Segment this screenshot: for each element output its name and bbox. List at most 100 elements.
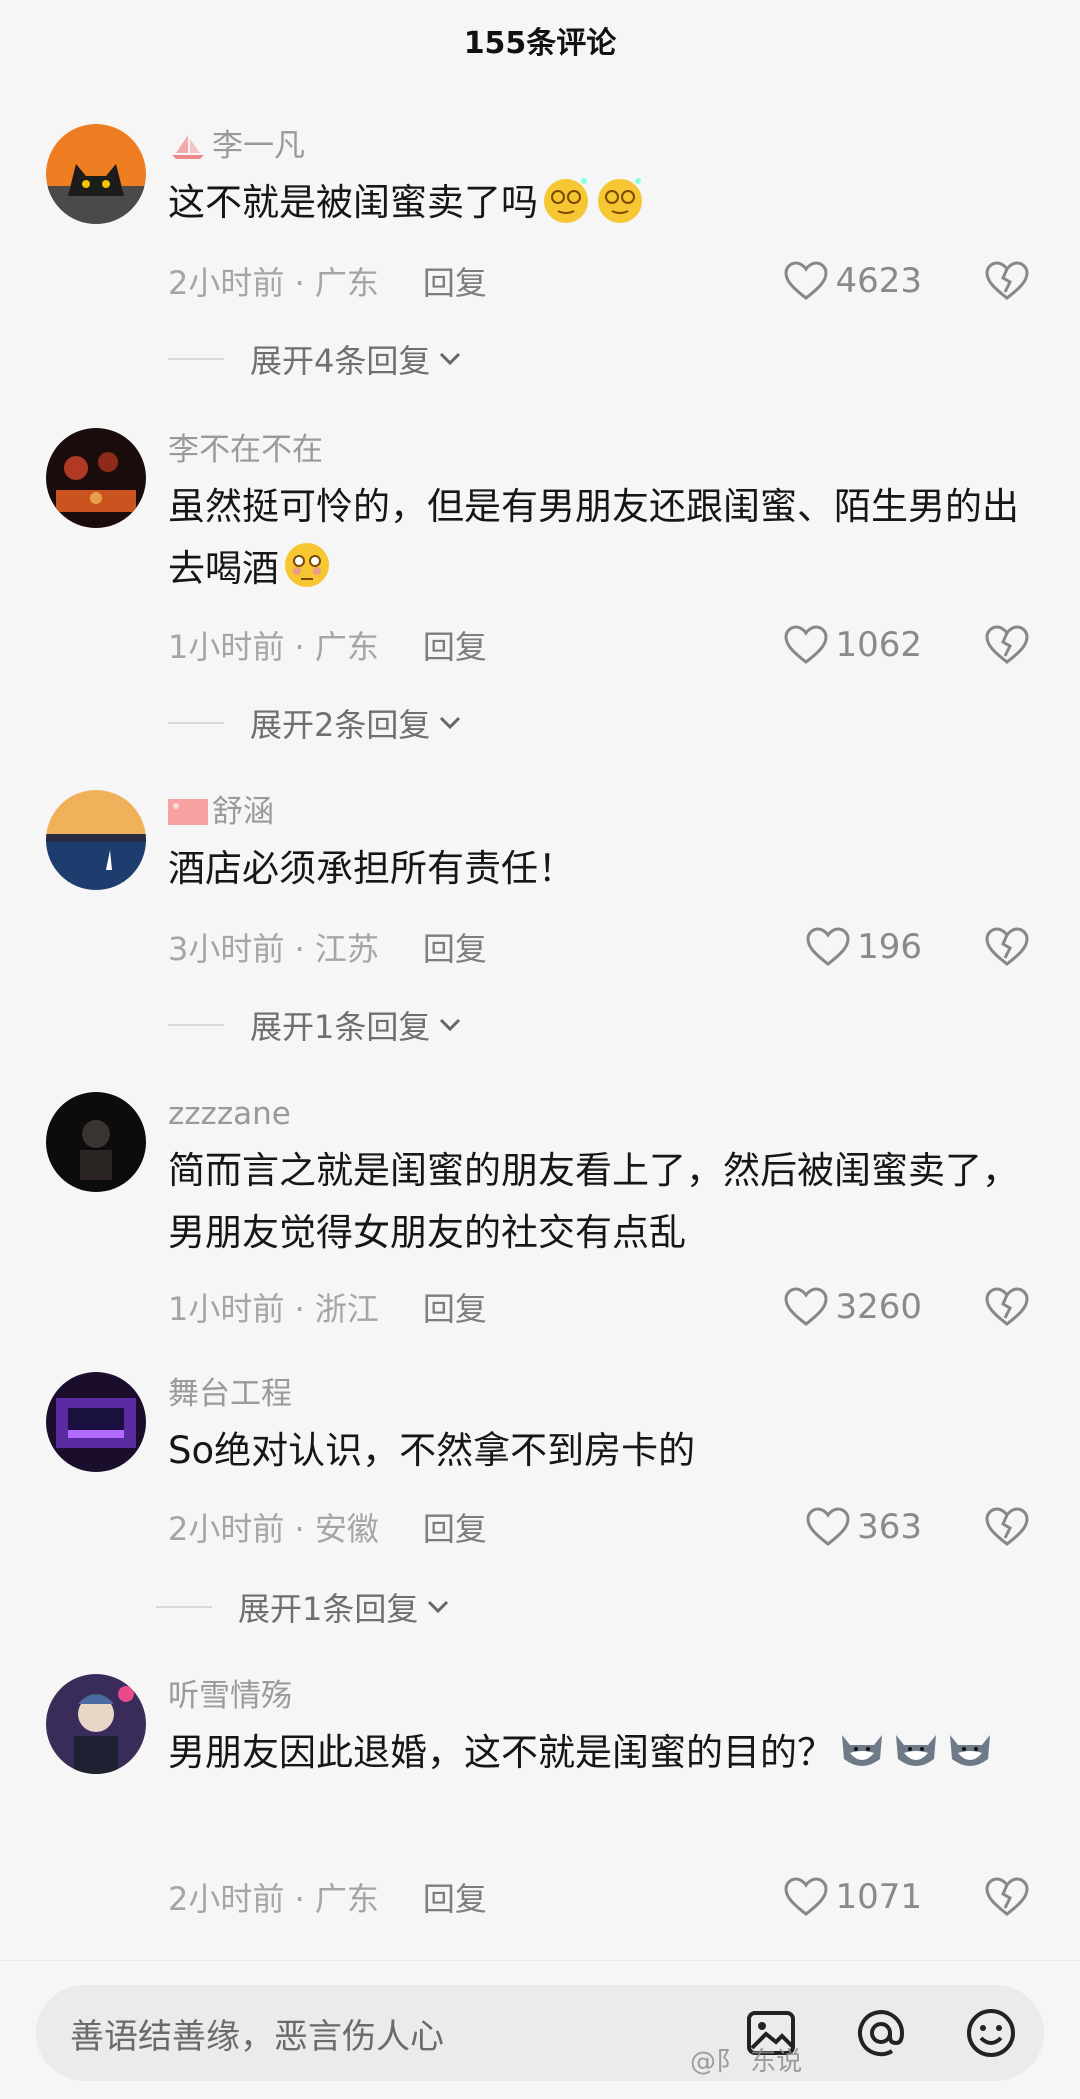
like-button[interactable]: 3260 — [783, 1286, 922, 1328]
broken-heart-icon[interactable] — [984, 1506, 1030, 1548]
timestamp-location: 1小时前 · 浙江 — [168, 1290, 379, 1328]
comment-text: 酒店必须承担所有责任！ — [168, 847, 575, 890]
avatar[interactable] — [46, 1372, 146, 1472]
expand-replies-label: 展开1条回复 — [250, 1008, 431, 1046]
comment-text: 男朋友因此退婚，这不就是闺蜜的目的？ — [168, 1722, 1028, 1784]
broken-heart-icon[interactable] — [984, 1876, 1030, 1918]
heart-icon — [806, 1507, 850, 1546]
chevron-down-icon — [428, 1600, 449, 1614]
expand-replies[interactable]: 展开2条回复 — [168, 700, 464, 746]
mention-icon[interactable] — [854, 2006, 908, 2060]
expand-replies-label: 展开4条回复 — [250, 342, 431, 380]
username[interactable]: 李一凡 — [168, 124, 1028, 168]
username[interactable]: 听雪情殇 — [168, 1674, 1028, 1718]
like-count: 4623 — [835, 261, 922, 301]
like-button[interactable]: 196 — [805, 926, 922, 968]
username-text: zzzzane — [168, 1096, 291, 1132]
avatar[interactable] — [46, 428, 146, 528]
avatar[interactable] — [46, 790, 146, 890]
like-count: 1071 — [835, 1877, 922, 1917]
chevron-down-icon — [440, 352, 461, 366]
timestamp-location: 3小时前 · 江苏 — [168, 930, 379, 968]
heart-icon — [784, 1287, 828, 1326]
reply-button[interactable]: 回复 — [423, 924, 487, 970]
username-text: 舒涵 — [212, 794, 274, 830]
comment-meta: 2小时前 · 广东 回复 1071 — [168, 1872, 1030, 1922]
husky-dog-emoji-icon — [950, 1735, 990, 1766]
divider — [156, 1606, 212, 1608]
chevron-down-icon — [440, 716, 461, 730]
avatar[interactable] — [46, 1092, 146, 1192]
flag-badge-icon — [168, 799, 208, 825]
avatar[interactable] — [46, 1674, 146, 1774]
username-text: 舞台工程 — [168, 1376, 292, 1412]
like-count: 363 — [857, 1507, 922, 1547]
timestamp-location: 2小时前 · 广东 — [168, 264, 379, 302]
husky-dog-emoji-icon — [842, 1735, 882, 1766]
divider — [168, 722, 224, 724]
timestamp-location: 2小时前 · 广东 — [168, 1880, 379, 1918]
heart-icon — [806, 927, 850, 966]
comment-text: So绝对认识，不然拿不到房卡的 — [168, 1429, 696, 1472]
heart-icon — [784, 261, 828, 300]
username[interactable]: 舞台工程 — [168, 1372, 1028, 1416]
comment-text: 简而言之就是闺蜜的朋友看上了，然后被闺蜜卖了，男朋友觉得女朋友的社交有点乱 — [168, 1149, 1019, 1254]
comment-text: 这不就是被闺蜜卖了吗 — [168, 172, 1028, 234]
username-text: 听雪情殇 — [168, 1678, 292, 1714]
like-button[interactable]: 363 — [805, 1506, 922, 1548]
username-text: 李不在不在 — [168, 432, 323, 468]
divider — [168, 358, 224, 360]
comment-count-title: 155条评论 — [463, 26, 617, 61]
like-button[interactable]: 4623 — [783, 260, 922, 302]
reply-button[interactable]: 回复 — [423, 258, 487, 304]
comment-meta: 2小时前 · 安徽 回复 363 — [168, 1502, 1030, 1552]
comment-input-bar: 善语结善缘，恶言伤人心 @阝 东说 — [0, 1960, 1080, 2099]
reply-button[interactable]: 回复 — [423, 622, 487, 668]
broken-heart-icon[interactable] — [984, 260, 1030, 302]
emoji-icon[interactable] — [964, 2006, 1018, 2060]
broken-heart-icon[interactable] — [984, 926, 1030, 968]
like-button[interactable]: 1062 — [783, 624, 922, 666]
username[interactable]: 李不在不在 — [168, 428, 1028, 472]
expand-replies[interactable]: 展开4条回复 — [168, 336, 464, 382]
flushed-face-emoji-icon — [285, 543, 329, 587]
avatar[interactable] — [46, 124, 146, 224]
comment-text: 虽然挺可怜的，但是有男朋友还跟闺蜜、陌生男的出去喝酒 — [168, 476, 1028, 600]
broken-heart-icon[interactable] — [984, 1286, 1030, 1328]
dizzy-face-emoji-icon — [598, 178, 642, 223]
comment-input[interactable]: 善语结善缘，恶言伤人心 — [36, 1985, 1044, 2081]
comment-meta: 2小时前 · 广东 回复 4623 — [168, 256, 1030, 306]
like-count: 196 — [857, 927, 922, 967]
husky-dog-emoji-icon — [896, 1735, 936, 1766]
username-text: 李一凡 — [212, 128, 305, 164]
comment-input-placeholder: 善语结善缘，恶言伤人心 — [70, 2016, 444, 2057]
comments-header: 155条评论 — [0, 0, 1080, 90]
comment-meta: 1小时前 · 浙江 回复 3260 — [168, 1282, 1030, 1332]
reply-button[interactable]: 回复 — [423, 1504, 487, 1550]
timestamp-location: 1小时前 · 广东 — [168, 628, 379, 666]
like-count: 3260 — [835, 1287, 922, 1327]
chevron-down-icon — [440, 1018, 461, 1032]
broken-heart-icon[interactable] — [984, 624, 1030, 666]
expand-replies[interactable]: 展开1条回复 — [168, 1002, 464, 1048]
dizzy-face-emoji-icon — [544, 178, 588, 223]
reply-button[interactable]: 回复 — [423, 1874, 487, 1920]
like-button[interactable]: 1071 — [783, 1876, 922, 1918]
username[interactable]: 舒涵 — [168, 790, 1028, 834]
divider — [168, 1024, 224, 1026]
expand-replies-label: 展开1条回复 — [238, 1590, 419, 1628]
like-count: 1062 — [835, 625, 922, 665]
heart-icon — [784, 1877, 828, 1916]
reply-button[interactable]: 回复 — [423, 1284, 487, 1330]
username[interactable]: zzzzane — [168, 1092, 1028, 1136]
sailboat-badge-icon — [172, 135, 204, 159]
comment-meta: 1小时前 · 广东 回复 1062 — [168, 620, 1030, 670]
expand-replies[interactable]: 展开1条回复 — [156, 1584, 452, 1630]
timestamp-location: 2小时前 · 安徽 — [168, 1510, 379, 1548]
comment-meta: 3小时前 · 江苏 回复 196 — [168, 922, 1030, 972]
expand-replies-label: 展开2条回复 — [250, 706, 431, 744]
comment-text-body: 男朋友因此退婚，这不就是闺蜜的目的？ — [168, 1731, 834, 1774]
comment-text-body: 这不就是被闺蜜卖了吗 — [168, 181, 538, 224]
heart-icon — [784, 625, 828, 664]
watermark: @阝 东说 — [690, 2047, 803, 2077]
